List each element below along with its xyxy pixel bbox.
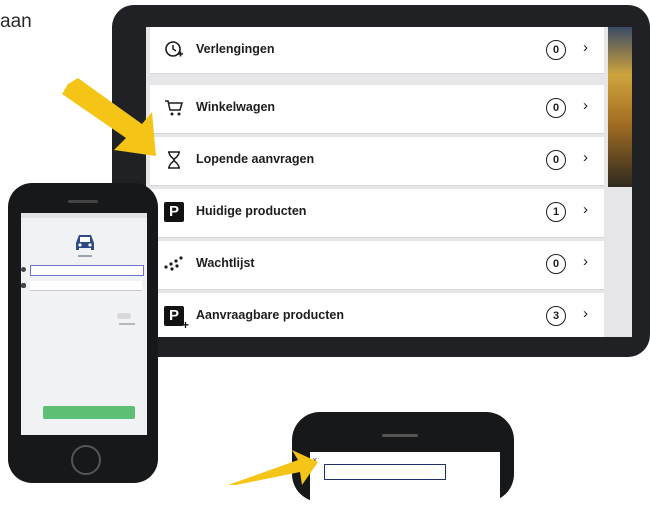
forgot-link[interactable]: [119, 323, 135, 325]
phone-device-bottom: ×: [292, 412, 514, 512]
tablet-screen: Verlengingen 0 › Winkelwagen 0 › Lopende…: [146, 27, 632, 337]
chevron-right-icon: ›: [583, 149, 588, 166]
lock-icon: [21, 283, 26, 288]
list-item-wachtlijst[interactable]: Wachtlijst 0 ›: [150, 241, 604, 290]
phone-speaker: [68, 200, 98, 203]
chevron-right-icon: ›: [583, 201, 588, 218]
list-item-label: Winkelwagen: [196, 100, 276, 114]
chevron-right-icon: ›: [583, 253, 588, 270]
chevron-right-icon: ›: [583, 97, 588, 114]
remember-toggle[interactable]: [117, 313, 131, 319]
side-photo: [608, 27, 632, 187]
car-logo-icon: [76, 235, 94, 250]
list-item-lopende-aanvragen[interactable]: Lopende aanvragen 0 ›: [150, 137, 604, 186]
username-input[interactable]: [30, 265, 144, 276]
background-text: aan: [0, 11, 32, 32]
count-badge: 3: [546, 306, 566, 326]
password-input[interactable]: [30, 281, 142, 291]
tablet-device: Verlengingen 0 › Winkelwagen 0 › Lopende…: [112, 5, 650, 357]
count-badge: 1: [546, 202, 566, 222]
list-item-label: Aanvraagbare producten: [196, 308, 344, 322]
count-badge: 0: [546, 254, 566, 274]
count-badge: 0: [546, 40, 566, 60]
list-item-label: Wachtlijst: [196, 256, 255, 270]
count-badge: 0: [546, 150, 566, 170]
list-item-verlengingen[interactable]: Verlengingen 0 ›: [150, 27, 604, 74]
chevron-right-icon: ›: [583, 305, 588, 322]
list-item-winkelwagen[interactable]: Winkelwagen 0 ›: [150, 85, 604, 134]
phone-device-login: [8, 183, 158, 483]
chevron-right-icon: ›: [583, 39, 588, 56]
list-item-label: Huidige producten: [196, 204, 307, 218]
phone-speaker: [382, 434, 418, 437]
list-item-label: Verlengingen: [196, 42, 275, 56]
waitlist-people-icon: [163, 253, 185, 275]
screen-field[interactable]: [324, 464, 446, 480]
list-item-huidige-producten[interactable]: P Huidige producten 1 ›: [150, 189, 604, 238]
logo-caption: [78, 255, 92, 257]
login-button[interactable]: [43, 406, 135, 419]
pointer-arrow: [62, 78, 156, 156]
parking-p-plus-icon: P +: [163, 305, 189, 331]
renewal-clock-icon: [163, 39, 185, 61]
login-screen: [21, 213, 147, 435]
list-item-aanvraagbare-producten[interactable]: P + Aanvraagbare producten 3 ›: [150, 293, 604, 337]
parking-p-icon: P: [163, 201, 185, 223]
list-item-label: Lopende aanvragen: [196, 152, 315, 166]
home-button[interactable]: [71, 445, 101, 475]
phone-screen: ×: [310, 452, 500, 512]
pointer-arrow-bottom: [228, 450, 318, 485]
count-badge: 0: [546, 98, 566, 118]
user-icon: [21, 267, 26, 272]
product-list: Verlengingen 0 › Winkelwagen 0 › Lopende…: [146, 27, 608, 337]
